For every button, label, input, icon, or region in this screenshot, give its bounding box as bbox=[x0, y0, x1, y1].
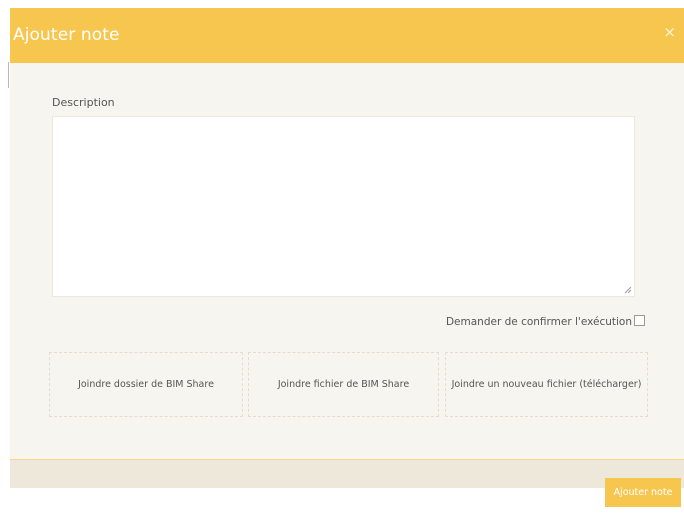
attach-bim-file-label: Joindre fichier de BIM Share bbox=[277, 379, 410, 390]
attach-bim-file-button[interactable]: Joindre fichier de BIM Share bbox=[248, 352, 439, 417]
confirm-execution-checkbox[interactable] bbox=[634, 314, 645, 326]
add-note-submit-button[interactable]: Ajouter note bbox=[605, 478, 681, 507]
confirm-execution-row: Demander de confirmer l'exécution bbox=[445, 314, 645, 328]
confirm-execution-label: Demander de confirmer l'exécution bbox=[445, 316, 632, 328]
description-textarea[interactable] bbox=[52, 116, 635, 297]
window-edge-divider bbox=[8, 62, 9, 88]
upload-new-file-label: Joindre un nouveau fichier (télécharger) bbox=[451, 379, 642, 390]
attach-bim-folder-button[interactable]: Joindre dossier de BIM Share bbox=[49, 352, 243, 417]
description-label: Description bbox=[52, 96, 115, 109]
dialog-footer bbox=[10, 459, 684, 488]
dialog-header: Ajouter note × bbox=[10, 8, 684, 63]
dialog-title: Ajouter note bbox=[13, 25, 120, 45]
upload-new-file-button[interactable]: Joindre un nouveau fichier (télécharger) bbox=[445, 352, 648, 417]
close-icon[interactable]: × bbox=[663, 25, 676, 40]
resize-handle-icon[interactable] bbox=[624, 286, 632, 294]
attach-bim-folder-label: Joindre dossier de BIM Share bbox=[78, 379, 214, 390]
